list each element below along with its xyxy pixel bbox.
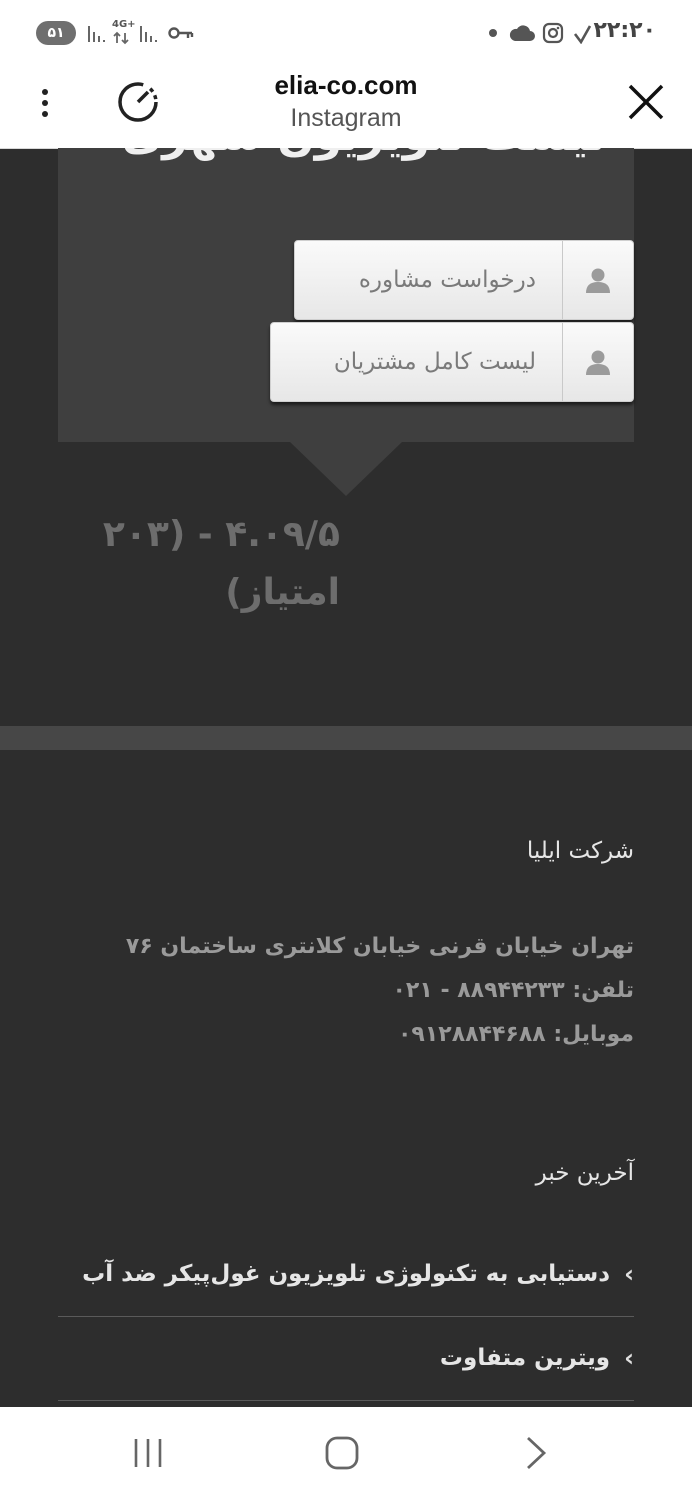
address-text: تهران خیابان قرنی خیابان کلانتری ساختمان… [125,934,634,959]
news-title[interactable]: ویترین متفاوت [440,1345,610,1371]
mobile-text[interactable]: موبایل: ۰۹۱۲۸۸۴۴۶۸۸ [398,1022,634,1047]
news-item[interactable]: ‹ ویترین متفاوت [58,1316,634,1401]
news-item[interactable]: ‹ دستیابی به تکنولوژی تلویزیون غول‌پیکر … [58,1232,634,1317]
news-title[interactable]: دستیابی به تکنولوژی تلویزیون غول‌پیکر ضد… [82,1261,610,1287]
user-icon [562,323,633,401]
rating-text: ۴.۰۹/۵ - (۲۰۳ امتیاز) [90,506,340,622]
signal-icon [88,26,105,42]
cloud-icon [509,25,535,41]
phone-text[interactable]: تلفن: ۸۸۹۴۴۲۳۳ - ۰۲۱ [392,978,634,1003]
rating-line-1: ۴.۰۹/۵ - (۲۰۳ [102,514,340,555]
rating-line-2: امتیاز) [225,572,340,613]
back-icon[interactable] [522,1435,550,1471]
notification-dot-icon [489,29,497,37]
recent-apps-icon[interactable] [132,1435,166,1471]
battery-indicator: ۵۱ [36,21,76,45]
clock: ۲۲:۲۰ [593,18,656,43]
close-icon[interactable] [626,82,666,122]
consultation-request-button[interactable]: درخواست مشاوره [294,240,634,320]
vpn-key-icon [168,27,194,39]
page-url: elia-co.com [274,70,418,100]
company-heading: شرکت ایلیا [526,838,634,864]
footer-divider [0,726,692,750]
in-app-browser-header: elia-co.com Instagram [0,64,692,149]
panel-pointer [290,442,402,496]
system-navigation-bar [0,1407,692,1500]
status-bar: ۵۱ 4G+ ۲۲:۲۰ [0,0,692,64]
home-icon[interactable] [324,1435,360,1471]
customer-list-button[interactable]: لیست کامل مشتریان [270,322,634,402]
latest-news-heading: آخرین خبر [535,1160,634,1186]
chevron-left-icon: ‹ [624,1344,634,1372]
check-mark-icon [573,25,592,44]
panel-title-clip: لیست تلویزیون شهری [58,148,634,168]
user-icon [562,241,633,319]
instagram-icon [542,22,564,44]
chevron-left-icon: ‹ [624,1260,634,1288]
browser-subtitle: Instagram [290,104,402,132]
network-type: 4G+ [112,19,136,30]
panel-title: لیست تلویزیون شهری [122,148,606,161]
button-label: لیست کامل مشتریان [333,349,536,375]
button-label: درخواست مشاوره [358,267,536,293]
data-arrows-icon [113,31,129,45]
signal-icon-2 [140,26,157,42]
